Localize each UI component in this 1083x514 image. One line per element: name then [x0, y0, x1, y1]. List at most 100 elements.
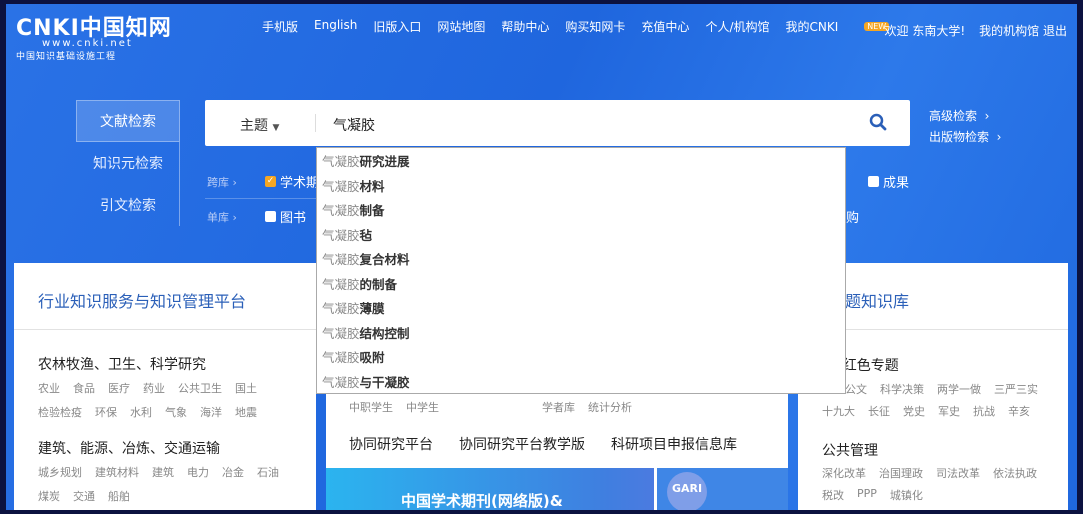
tag-link[interactable]: 食品 [73, 380, 95, 396]
tag-link[interactable]: 公文 [845, 381, 867, 397]
tag-link[interactable]: 协同研究平台 [349, 434, 433, 454]
search-icon[interactable] [868, 112, 888, 132]
tag-link[interactable]: 公共卫生 [178, 380, 222, 396]
checkbox-journal[interactable]: ✓ 学术期 [265, 172, 319, 191]
tag-link[interactable]: 科研项目申报信息库 [611, 434, 737, 454]
suggestion-item[interactable]: 气凝胶研究进展 [317, 152, 845, 177]
logout-link[interactable]: 退出 [1043, 24, 1067, 38]
suggestion-item[interactable]: 气凝胶毡 [317, 226, 845, 251]
cnki-homepage: CNKI中国知网 www.cnki.net 中国知识基础设施工程 手机版 Eng… [6, 4, 1077, 510]
cnki-logo[interactable]: CNKI中国知网 www.cnki.net 中国知识基础设施工程 [16, 10, 172, 62]
suggestion-item[interactable]: 气凝胶复合材料 [317, 250, 845, 275]
tag-link[interactable]: 地震 [235, 404, 257, 420]
search-input[interactable]: 气凝胶 [333, 115, 375, 135]
tag-link[interactable]: 船舶 [108, 488, 130, 504]
tag-link[interactable]: 水利 [130, 404, 152, 420]
gari-banner[interactable]: GARI [654, 468, 788, 510]
tab-citation-search[interactable]: 引文检索 [76, 184, 180, 226]
suggestion-item[interactable]: 气凝胶结构控制 [317, 324, 845, 349]
tag-link[interactable]: 两学一做 [937, 381, 981, 397]
tag-link[interactable]: 国土 [235, 380, 257, 396]
my-library-link[interactable]: 我的机构馆 退出 [979, 22, 1067, 39]
tag-link[interactable]: 中职学生 [349, 399, 393, 415]
tag-link[interactable]: 海洋 [200, 404, 222, 420]
nav-old-version[interactable]: 旧版入口 [373, 18, 421, 35]
suggestion-prefix: 气凝胶 [322, 276, 360, 292]
single-db-label: 单库 › [207, 211, 237, 224]
tag-link[interactable]: 建筑材料 [95, 464, 139, 480]
suggestion-rest: 制备 [359, 203, 385, 218]
tag-link[interactable]: 环保 [95, 404, 117, 420]
suggestion-rest: 结构控制 [359, 325, 410, 341]
tag-link[interactable]: 气象 [165, 404, 187, 420]
tag-row: 城乡规划 建筑材料 建筑 电力 冶金 石油 [38, 464, 316, 480]
tag-link[interactable]: 抗战 [973, 403, 995, 419]
tag-link[interactable]: 城乡规划 [38, 464, 82, 480]
tab-literature-search[interactable]: 文献检索 [76, 100, 180, 142]
tag-link[interactable]: PPP [857, 487, 877, 503]
advanced-label: 高级检索 [929, 109, 978, 123]
checkbox-books[interactable]: 图书 [265, 207, 306, 226]
tag-link[interactable]: 冶金 [222, 464, 244, 480]
tag-link[interactable]: 辛亥 [1008, 403, 1030, 419]
suggestion-rest: 与干凝胶 [359, 374, 410, 390]
checkbox-icon [265, 211, 276, 222]
tag-link[interactable]: 统计分析 [588, 399, 632, 415]
partial-filter-text[interactable]: 购 [846, 207, 859, 226]
suggestion-prefix: 气凝胶 [322, 227, 360, 243]
tag-link[interactable]: 司法改革 [936, 465, 980, 481]
nav-my-cnki-label: 我的CNKI [785, 20, 839, 34]
tag-link[interactable]: 药业 [143, 380, 165, 396]
suggestion-item[interactable]: 气凝胶吸附 [317, 348, 845, 373]
nav-personal[interactable]: 个人/机构馆 [705, 18, 769, 35]
advanced-search-link[interactable]: 高级检索 › [929, 107, 989, 124]
tag-link[interactable]: 检验检疫 [38, 404, 82, 420]
nav-buy-card[interactable]: 购买知网卡 [565, 18, 625, 35]
publication-search-link[interactable]: 出版物检索 › [929, 128, 1001, 145]
suggestion-rest: 毡 [359, 227, 373, 243]
tag-link[interactable]: 党史 [903, 403, 925, 419]
tag-link[interactable]: 长征 [868, 403, 890, 419]
suggestion-rest: 研究进展 [359, 154, 410, 169]
suggestion-prefix: 气凝胶 [322, 350, 360, 365]
nav-english[interactable]: English [314, 18, 357, 35]
suggestion-item[interactable]: 气凝胶制备 [317, 201, 845, 226]
suggestion-item[interactable]: 气凝胶材料 [317, 177, 845, 202]
tag-link[interactable]: 税改 [822, 487, 844, 503]
nav-mobile[interactable]: 手机版 [262, 18, 298, 35]
suggestion-item[interactable]: 气凝胶与干凝胶 [317, 373, 845, 398]
tag-link[interactable]: 十九大 [822, 403, 855, 419]
nav-sitemap[interactable]: 网站地图 [437, 18, 485, 35]
suggestion-item[interactable]: 气凝胶薄膜 [317, 299, 845, 324]
tag-link[interactable]: 深化改革 [822, 465, 866, 481]
industry-panel: 行业知识服务与知识管理平台 农林牧渔、卫生、科学研究 农业 食品 医疗 药业 公共卫生 国土… [14, 263, 316, 510]
tag-link[interactable]: 依法执政 [993, 465, 1037, 481]
tag-link[interactable]: 军史 [938, 403, 960, 419]
tag-link[interactable]: 石油 [257, 464, 279, 480]
checkbox-icon [868, 176, 879, 187]
search-suggestions: 气凝胶研究进展 气凝胶材料 气凝胶制备 气凝胶毡 气凝胶复合材料 气凝胶的制备 气凝胶薄膜气… [316, 147, 846, 394]
nav-help[interactable]: 帮助中心 [501, 18, 549, 35]
tag-link[interactable]: 煤炭 [38, 488, 60, 504]
tag-link[interactable]: 学者库 [542, 399, 575, 415]
my-library-label: 我的机构馆 [979, 24, 1040, 38]
tab-divider [179, 142, 180, 226]
tag-link[interactable]: 三严三实 [994, 381, 1038, 397]
tag-link[interactable]: 交通 [73, 488, 95, 504]
tag-link[interactable]: 电力 [187, 464, 209, 480]
tag-link[interactable]: 医疗 [108, 380, 130, 396]
search-field-select[interactable]: 主题 ▼ [240, 115, 279, 135]
tag-link[interactable]: 城镇化 [890, 487, 923, 503]
checkbox-achievement[interactable]: 成果 [868, 172, 909, 191]
nav-recharge[interactable]: 充值中心 [641, 18, 689, 35]
tab-knowledge-search[interactable]: 知识元检索 [76, 142, 180, 184]
tag-link[interactable]: 中学生 [406, 399, 439, 415]
tag-link[interactable]: 治国理政 [879, 465, 923, 481]
suggestion-item[interactable]: 气凝胶的制备 [317, 275, 845, 300]
suggestion-rest: 复合材料 [359, 252, 410, 267]
tag-link[interactable]: 协同研究平台教学版 [459, 434, 585, 454]
tag-link[interactable]: 科学决策 [880, 381, 924, 397]
tag-link[interactable]: 建筑 [152, 464, 174, 480]
tag-link[interactable]: 农业 [38, 380, 60, 396]
nav-my-cnki[interactable]: 我的CNKI NEW [785, 18, 890, 35]
